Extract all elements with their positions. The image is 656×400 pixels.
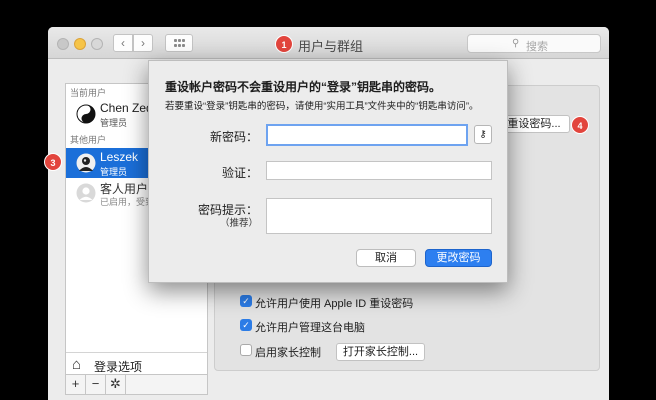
step-badge-4: 4 [571, 116, 589, 134]
key-icon: ⚷ [479, 129, 487, 140]
close-button[interactable] [57, 38, 69, 50]
checkbox-apple-id-reset[interactable]: ✓ [240, 295, 252, 307]
hint-recommended-label: （推荐） [219, 218, 258, 229]
reset-password-button[interactable]: 重设密码... [498, 115, 570, 133]
user-role: 管理员 [100, 167, 128, 177]
current-users-header: 当前用户 [70, 88, 107, 98]
gear-icon[interactable]: ✲ [106, 375, 126, 394]
zoom-button[interactable] [91, 38, 103, 50]
other-users-header: 其他用户 [70, 135, 107, 145]
user-name: Leszek [100, 150, 139, 164]
checkbox-parental-controls[interactable] [240, 344, 252, 356]
portrait-icon [76, 153, 96, 173]
verify-label: 验证： [221, 166, 258, 180]
checkbox-label: 启用家长控制 [255, 347, 321, 359]
search-input[interactable]: ⚲ 搜索 [467, 34, 601, 53]
step-badge-1: 1 [275, 35, 293, 53]
guest-user-icon [76, 183, 96, 203]
dialog-title: 重设帐户密码不会重设用户的“登录”钥匙串的密码。 [165, 80, 442, 94]
step-badge-3: 3 [44, 153, 62, 171]
cancel-button[interactable]: 取消 [356, 249, 416, 267]
minimize-button[interactable] [74, 38, 86, 50]
dialog-subtitle: 若要重设“登录”钥匙串的密码，请使用“实用工具”文件夹中的“钥匙串访问”。 [165, 101, 479, 112]
new-password-label: 新密码： [209, 130, 258, 144]
verify-password-field[interactable] [266, 161, 492, 180]
remove-user-button[interactable]: − [86, 375, 106, 394]
login-options-item[interactable]: ⌂ 登录选项 [66, 352, 207, 376]
title-bar: ‹ › 用户与群组 ⚲ 搜索 [48, 27, 609, 59]
sidebar-toolbar: + − ✲ [65, 375, 208, 395]
login-options-label: 登录选项 [94, 360, 143, 374]
add-user-button[interactable]: + [66, 375, 86, 394]
show-all-button[interactable] [165, 34, 193, 52]
user-role: 已启用，受到 [100, 197, 155, 207]
password-assistant-button[interactable]: ⚷ [474, 125, 492, 144]
password-hint-field[interactable] [266, 198, 492, 234]
new-password-field[interactable] [266, 124, 468, 146]
change-password-button[interactable]: 更改密码 [425, 249, 492, 267]
checkbox-admin[interactable]: ✓ [240, 319, 252, 331]
checkbox-label: 允许用户管理这台电脑 [255, 322, 365, 334]
reset-password-dialog: 重设帐户密码不会重设用户的“登录”钥匙串的密码。 若要重设“登录”钥匙串的密码，… [148, 60, 508, 283]
user-role: 管理员 [100, 118, 128, 128]
open-parental-controls-button[interactable]: 打开家长控制... [336, 343, 425, 361]
back-button[interactable]: ‹ [113, 34, 133, 52]
grid-icon [174, 39, 177, 42]
yin-yang-icon [76, 104, 96, 124]
search-placeholder: 搜索 [526, 41, 548, 53]
search-icon: ⚲ [512, 38, 520, 49]
house-icon: ⌂ [72, 356, 82, 373]
chevron-right-icon: › [141, 36, 145, 50]
chevron-left-icon: ‹ [121, 36, 125, 50]
forward-button[interactable]: › [133, 34, 153, 52]
checkbox-label: 允许用户使用 Apple ID 重设密码 [255, 298, 414, 310]
window-title: 用户与群组 [298, 39, 364, 54]
